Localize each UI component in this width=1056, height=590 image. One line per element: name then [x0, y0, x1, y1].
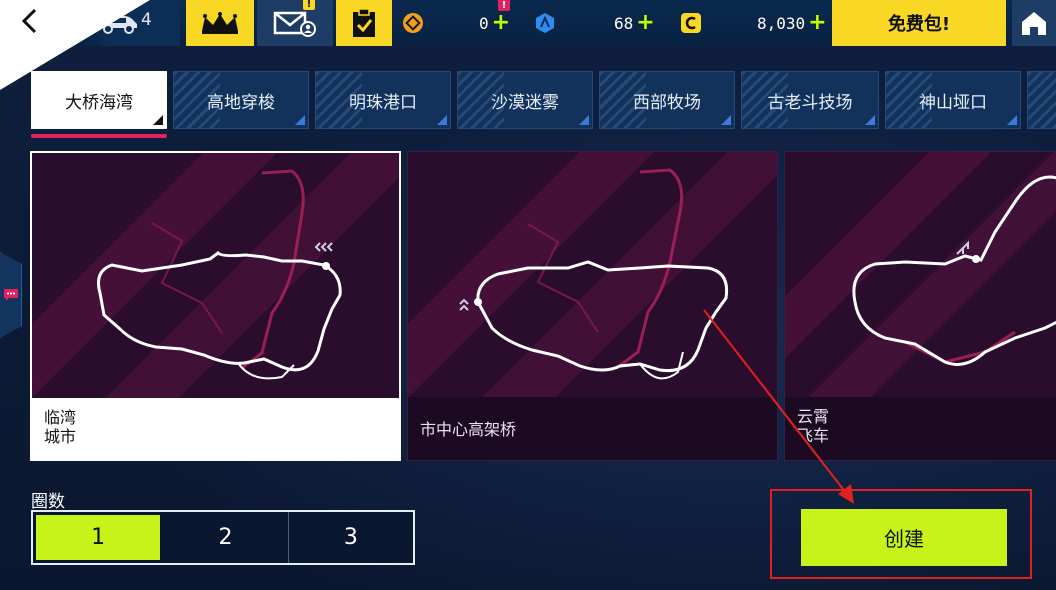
laps-label: 圈数	[31, 492, 65, 512]
blueprints-value: 68	[614, 13, 634, 33]
tab-corner-icon	[865, 115, 875, 125]
create-button[interactable]: 创建	[801, 509, 1007, 566]
tab-corner-icon	[579, 115, 589, 125]
track-name-line1: 市中心高架桥	[420, 420, 517, 439]
tab-label: 大桥海湾	[65, 92, 133, 113]
chevron-left-icon	[21, 8, 37, 34]
tab-decoration	[742, 72, 788, 128]
tab-corner-icon	[153, 115, 163, 125]
lap-option-3[interactable]: 3	[289, 512, 413, 563]
tab-next-partial[interactable]	[1027, 71, 1056, 129]
vip-button[interactable]	[186, 0, 254, 46]
tab-corner-icon	[437, 115, 447, 125]
crown-icon	[202, 12, 238, 34]
track-name: 云霄 飞车	[785, 397, 1056, 460]
track-layout-icon	[459, 168, 729, 380]
tokens-currency[interactable]: 0 +	[402, 0, 510, 46]
tab-decoration	[316, 72, 362, 128]
blueprint-hex-icon	[536, 13, 554, 33]
track-name: 市中心高架桥	[408, 397, 777, 460]
track-card-云霄飞车[interactable]: 云霄 飞车	[784, 151, 1056, 461]
track-card-市中心高架桥[interactable]: 市中心高架桥	[407, 151, 778, 461]
free-pack-button[interactable]: 免费包!	[832, 0, 1006, 46]
track-layout-icon	[97, 169, 342, 380]
track-name-line2: 城市	[44, 427, 77, 446]
tab-高地穿梭[interactable]: 高地穿梭	[173, 71, 309, 129]
tasks-button[interactable]	[336, 0, 392, 46]
track-card-临湾城市[interactable]: 临湾 城市	[30, 151, 401, 461]
tab-明珠港口[interactable]: 明珠港口	[315, 71, 451, 129]
mail-badge: !	[303, 0, 315, 10]
tab-西部牧场[interactable]: 西部牧场	[599, 71, 735, 129]
blueprints-currency[interactable]: 68 +	[534, 0, 655, 46]
home-icon	[1022, 12, 1046, 35]
tab-corner-icon	[721, 115, 731, 125]
track-map	[32, 153, 399, 398]
lap-option-1[interactable]: 1	[36, 515, 161, 560]
token-coin-icon	[403, 13, 423, 33]
track-name-line1: 云霄	[797, 407, 830, 426]
lap-option-2[interactable]: 2	[163, 512, 289, 563]
credits-value: 8,030	[757, 13, 806, 33]
tokens-badge: !	[498, 0, 510, 11]
tab-decoration	[886, 72, 932, 128]
track-name-line1: 临湾	[44, 408, 77, 427]
track-layout-icon	[852, 175, 1056, 366]
back-button[interactable]	[14, 6, 44, 36]
active-tab-indicator	[31, 134, 167, 138]
track-name: 临湾 城市	[32, 398, 399, 459]
track-map	[785, 152, 1056, 397]
credits-currency[interactable]: 8,030 +	[680, 0, 827, 46]
chat-bubble-icon	[3, 289, 18, 301]
tab-古老斗技场[interactable]: 古老斗技场	[741, 71, 879, 129]
tab-沙漠迷雾[interactable]: 沙漠迷雾	[457, 71, 593, 129]
laps-selector: 1 2 3	[31, 510, 415, 565]
clipboard-check-icon	[353, 8, 375, 37]
tab-神山垭口[interactable]: 神山垭口	[885, 71, 1021, 129]
tab-decoration	[458, 72, 504, 128]
tab-decoration	[600, 72, 646, 128]
track-map	[408, 152, 777, 397]
tab-corner-icon	[295, 115, 305, 125]
blueprints-add-icon[interactable]: +	[636, 12, 654, 34]
home-button[interactable]	[1012, 0, 1056, 46]
tab-corner-icon	[1007, 115, 1017, 125]
car-count: 4	[141, 10, 152, 30]
tab-decoration	[1028, 72, 1056, 128]
tokens-value: 0	[479, 13, 489, 33]
credits-coin-icon	[681, 13, 701, 33]
tab-decoration	[174, 72, 220, 128]
chat-button[interactable]	[0, 252, 22, 338]
mail-icon	[273, 11, 316, 37]
credits-add-icon[interactable]: +	[808, 12, 826, 34]
tab-大桥海湾[interactable]: 大桥海湾	[31, 71, 167, 129]
tokens-add-icon[interactable]: +	[492, 12, 510, 34]
track-name-line2: 飞车	[797, 426, 830, 445]
mail-button[interactable]: !	[257, 0, 333, 46]
